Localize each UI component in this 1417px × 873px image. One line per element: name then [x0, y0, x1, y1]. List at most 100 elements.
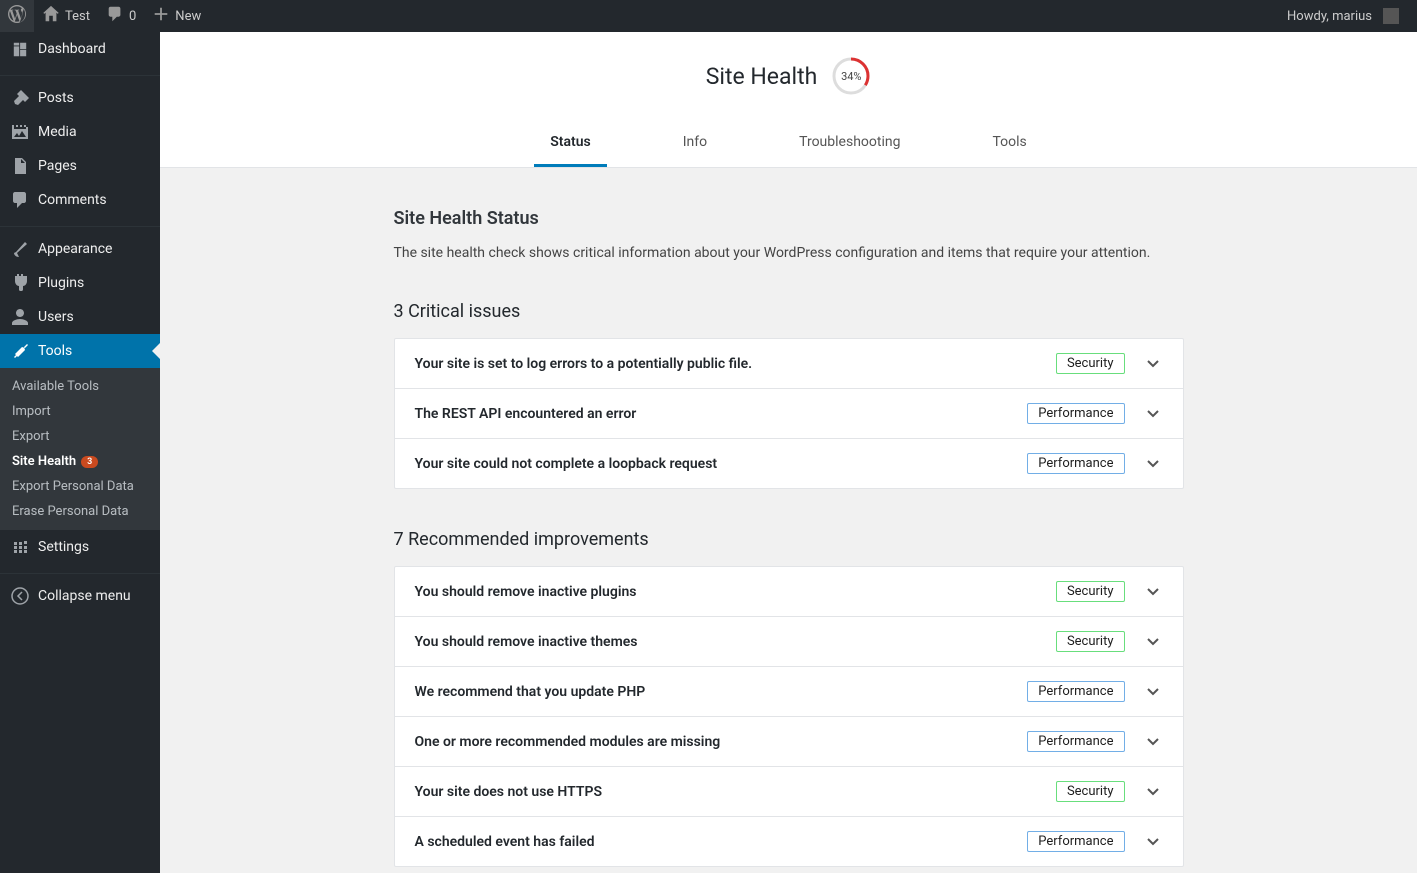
- tab-status[interactable]: Status: [534, 120, 606, 167]
- sidebar-label: Appearance: [38, 241, 112, 257]
- critical-issues-list: Your site is set to log errors to a pote…: [394, 338, 1184, 489]
- issue-title: The REST API encountered an error: [415, 406, 1028, 422]
- issue-row[interactable]: We recommend that you update PHPPerforma…: [395, 667, 1183, 717]
- issue-pill-security: Security: [1056, 353, 1125, 374]
- plugin-icon: [10, 273, 30, 293]
- issue-pill-performance: Performance: [1027, 453, 1124, 474]
- sidebar-item-users[interactable]: Users: [0, 300, 160, 334]
- tab-info[interactable]: Info: [667, 120, 723, 167]
- sidebar-item-dashboard[interactable]: Dashboard: [0, 32, 160, 66]
- submenu-export-personal-data[interactable]: Export Personal Data: [0, 474, 160, 499]
- sidebar-item-plugins[interactable]: Plugins: [0, 266, 160, 300]
- sidebar-item-appearance[interactable]: Appearance: [0, 232, 160, 266]
- tools-submenu: Available Tools Import Export Site Healt…: [0, 368, 160, 530]
- issue-row[interactable]: You should remove inactive themesSecurit…: [395, 617, 1183, 667]
- page-title: Site Health: [706, 63, 818, 90]
- status-heading: Site Health Status: [394, 208, 1184, 229]
- health-percent: 34%: [831, 56, 871, 96]
- howdy-label: Howdy, marius: [1287, 9, 1372, 24]
- tab-tools[interactable]: Tools: [976, 120, 1042, 167]
- new-label: New: [175, 9, 201, 24]
- sidebar-label: Settings: [38, 539, 89, 555]
- menu-separator: [0, 222, 160, 227]
- submenu-export[interactable]: Export: [0, 424, 160, 449]
- sidebar-item-posts[interactable]: Posts: [0, 81, 160, 115]
- collapse-icon: [10, 586, 30, 606]
- pin-icon: [10, 88, 30, 108]
- sidebar-label: Comments: [38, 192, 107, 208]
- issue-pill-performance: Performance: [1027, 731, 1124, 752]
- issue-pill-security: Security: [1056, 631, 1125, 652]
- settings-icon: [10, 537, 30, 557]
- issue-pill-performance: Performance: [1027, 403, 1124, 424]
- user-icon: [10, 307, 30, 327]
- chevron-down-icon: [1143, 682, 1163, 702]
- tab-troubleshooting[interactable]: Troubleshooting: [783, 120, 916, 167]
- menu-separator: [0, 569, 160, 574]
- issue-title: Your site is set to log errors to a pote…: [415, 356, 1056, 372]
- issue-row[interactable]: The REST API encountered an errorPerform…: [395, 389, 1183, 439]
- recommended-heading: 7 Recommended improvements: [394, 529, 1184, 550]
- chevron-down-icon: [1143, 782, 1163, 802]
- submenu-import[interactable]: Import: [0, 399, 160, 424]
- sidebar-label: Posts: [38, 90, 74, 106]
- critical-heading: 3 Critical issues: [394, 301, 1184, 322]
- site-health-header: Site Health 34% Status Info Troubleshoot…: [160, 32, 1417, 168]
- chevron-down-icon: [1143, 732, 1163, 752]
- issue-pill-performance: Performance: [1027, 681, 1124, 702]
- chevron-down-icon: [1143, 404, 1163, 424]
- sidebar-label: Dashboard: [38, 41, 106, 57]
- site-name-label: Test: [65, 9, 90, 24]
- site-health-body: Site Health Status The site health check…: [394, 168, 1184, 873]
- issue-title: One or more recommended modules are miss…: [415, 734, 1028, 750]
- avatar: [1383, 8, 1399, 24]
- plus-icon: [152, 5, 170, 27]
- chevron-down-icon: [1143, 632, 1163, 652]
- comments-link[interactable]: 0: [98, 0, 144, 32]
- sidebar-item-media[interactable]: Media: [0, 115, 160, 149]
- media-icon: [10, 122, 30, 142]
- health-progress: 34%: [831, 56, 871, 96]
- submenu-label: Site Health: [12, 454, 76, 469]
- comments-count: 0: [129, 9, 136, 24]
- issue-pill-security: Security: [1056, 781, 1125, 802]
- dashboard-icon: [10, 39, 30, 59]
- menu-separator: [0, 71, 160, 76]
- sidebar-label: Media: [38, 124, 77, 140]
- issue-pill-security: Security: [1056, 581, 1125, 602]
- sidebar-item-tools[interactable]: Tools: [0, 334, 160, 368]
- issue-row[interactable]: Your site is set to log errors to a pote…: [395, 339, 1183, 389]
- issue-row[interactable]: A scheduled event has failedPerformance: [395, 817, 1183, 866]
- my-account[interactable]: Howdy, marius: [1279, 0, 1407, 32]
- collapse-menu[interactable]: Collapse menu: [0, 579, 160, 613]
- sidebar-item-comments[interactable]: Comments: [0, 183, 160, 217]
- wp-logo[interactable]: [0, 0, 34, 32]
- brush-icon: [10, 239, 30, 259]
- issue-title: A scheduled event has failed: [415, 834, 1028, 850]
- issue-title: Your site could not complete a loopback …: [415, 456, 1028, 472]
- sidebar-label: Users: [38, 309, 74, 325]
- submenu-site-health[interactable]: Site Health3: [0, 449, 160, 474]
- issue-row[interactable]: Your site does not use HTTPSSecurity: [395, 767, 1183, 817]
- issue-row[interactable]: Your site could not complete a loopback …: [395, 439, 1183, 488]
- recommended-issues-list: You should remove inactive pluginsSecuri…: [394, 566, 1184, 867]
- issue-title: Your site does not use HTTPS: [415, 784, 1056, 800]
- chevron-down-icon: [1143, 832, 1163, 852]
- comment-icon: [10, 190, 30, 210]
- sidebar-item-settings[interactable]: Settings: [0, 530, 160, 564]
- sidebar-item-pages[interactable]: Pages: [0, 149, 160, 183]
- new-content[interactable]: New: [144, 0, 209, 32]
- submenu-erase-personal-data[interactable]: Erase Personal Data: [0, 499, 160, 524]
- home-icon: [42, 5, 60, 27]
- wordpress-icon: [8, 5, 26, 27]
- wrench-icon: [10, 341, 30, 361]
- issue-row[interactable]: One or more recommended modules are miss…: [395, 717, 1183, 767]
- site-name[interactable]: Test: [34, 0, 98, 32]
- sidebar-label: Pages: [38, 158, 77, 174]
- chevron-down-icon: [1143, 454, 1163, 474]
- submenu-available-tools[interactable]: Available Tools: [0, 374, 160, 399]
- chevron-down-icon: [1143, 582, 1163, 602]
- issue-pill-performance: Performance: [1027, 831, 1124, 852]
- issue-row[interactable]: You should remove inactive pluginsSecuri…: [395, 567, 1183, 617]
- issue-title: We recommend that you update PHP: [415, 684, 1028, 700]
